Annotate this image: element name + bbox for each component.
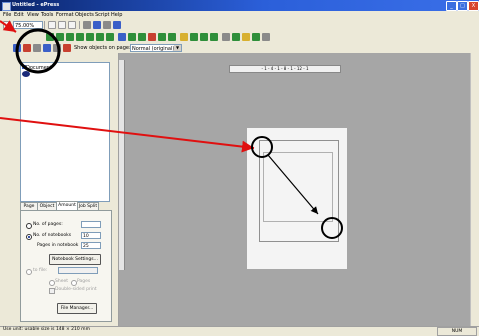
red-arrow-icon xyxy=(0,20,17,33)
red-arrow-icon xyxy=(0,117,255,153)
highlight-circle xyxy=(321,217,343,239)
highlight-circle xyxy=(15,28,61,74)
highlight-circle xyxy=(251,136,273,158)
annotation-overlay xyxy=(0,20,343,239)
black-arrow-icon xyxy=(267,154,319,215)
